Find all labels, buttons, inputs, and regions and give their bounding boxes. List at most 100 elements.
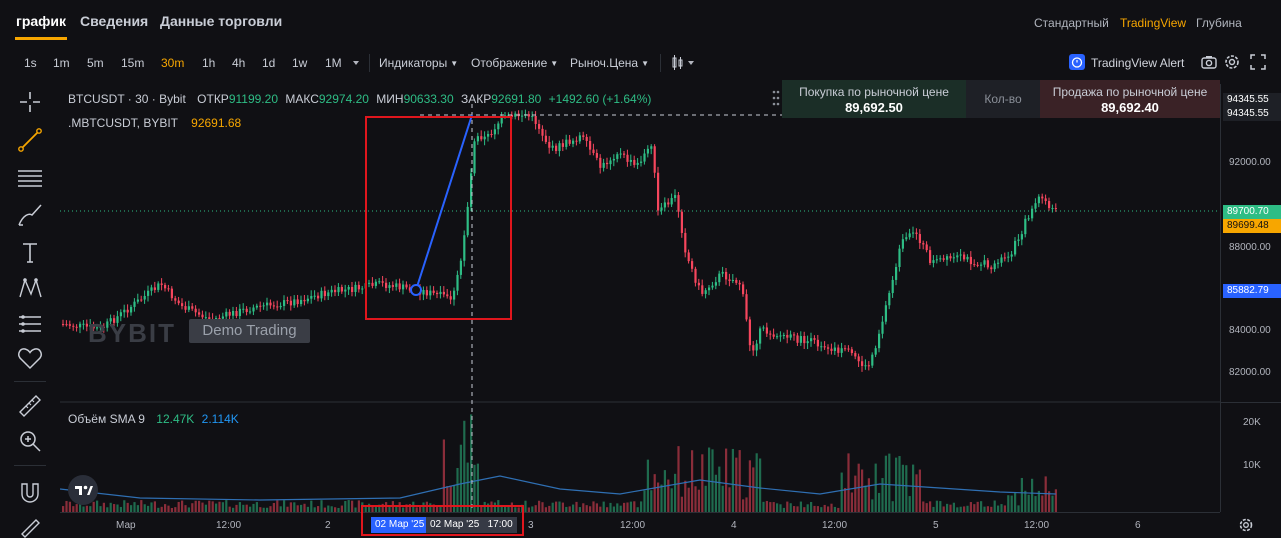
candle-body: [735, 279, 738, 283]
pane-divider: [1221, 402, 1281, 403]
market-buy-button[interactable]: Покупка по рыночной цене 89,692.50: [782, 80, 966, 118]
volume-bar: [731, 448, 734, 512]
crosshair-icon[interactable]: [14, 86, 46, 118]
quantity-input[interactable]: Кол-во: [966, 80, 1040, 118]
volume-bar: [660, 484, 663, 512]
time-label: 12:00: [620, 520, 646, 531]
tab-details[interactable]: Сведения: [80, 13, 148, 29]
time-label: 6: [1135, 520, 1141, 531]
candle-body: [143, 295, 146, 300]
volume-bar: [786, 501, 789, 512]
volume-label[interactable]: Объём SMA 9: [68, 412, 145, 426]
lock-drawing-icon[interactable]: [14, 510, 46, 538]
interval-1d[interactable]: 1d: [262, 56, 275, 70]
volume-bar: [891, 501, 894, 512]
interval-5m[interactable]: 5m: [87, 56, 104, 70]
candle-body: [259, 305, 262, 307]
candle-body: [65, 324, 68, 326]
time-label: 4: [731, 520, 737, 531]
candle-body: [861, 361, 864, 366]
interval-1M[interactable]: 1M: [325, 56, 342, 70]
indicators-button[interactable]: Индикаторы ▼: [379, 56, 458, 70]
tradingview-alert-button[interactable]: TradingView Alert: [1069, 53, 1189, 73]
candle-body: [731, 279, 734, 282]
volume-bar: [289, 502, 292, 512]
interval-30m[interactable]: 30m: [161, 56, 184, 70]
candle-body: [334, 289, 337, 293]
candle-body: [776, 336, 779, 338]
candle-body: [980, 264, 983, 266]
candle-body: [242, 308, 245, 310]
candle-body: [820, 346, 823, 348]
volume-bar: [674, 473, 677, 512]
volume-bar: [1014, 493, 1017, 512]
time-axis[interactable]: Мар 12:00 2 3 12:00 4 12:00 5 12:00 6 02…: [60, 512, 1220, 538]
drag-handle-icon[interactable]: [771, 88, 781, 110]
favorites-heart-icon[interactable]: [14, 342, 46, 374]
candle-body: [803, 336, 806, 344]
candle-body: [667, 202, 670, 205]
candle-body: [119, 312, 122, 317]
price-type-button[interactable]: Рыноч.Цена ▼: [570, 56, 649, 70]
candle-body: [884, 305, 887, 322]
volume-bar: [1034, 496, 1037, 512]
candle-body: [833, 347, 836, 351]
view-depth[interactable]: Глубина: [1196, 16, 1242, 30]
candle-body: [779, 335, 782, 337]
prediction-tool-icon[interactable]: [14, 308, 46, 340]
pattern-tool-icon[interactable]: [14, 272, 46, 304]
camera-icon[interactable]: [1200, 53, 1218, 71]
symbol-label[interactable]: BTCUSDT · 30 · Bybit: [68, 92, 186, 106]
volume-bar: [898, 456, 901, 512]
candle-body: [602, 162, 605, 168]
volume-bar: [1037, 490, 1040, 512]
candle-type-icon[interactable]: [670, 54, 698, 72]
interval-15m[interactable]: 15m: [121, 56, 144, 70]
text-tool-icon[interactable]: [14, 236, 46, 268]
candle-body: [174, 298, 177, 301]
price-tag-high: 94345.55: [1223, 93, 1281, 107]
view-standard[interactable]: Стандартный: [1034, 16, 1109, 30]
candle-body: [327, 292, 330, 297]
volume-bar: [762, 501, 765, 512]
price-chart[interactable]: [60, 84, 1220, 512]
price-axis[interactable]: 94345.55 94345.55 92000.00 89700.70 8969…: [1220, 84, 1281, 512]
settings-gear-icon[interactable]: [1223, 53, 1241, 71]
interval-1w[interactable]: 1w: [292, 56, 307, 70]
interval-1s[interactable]: 1s: [24, 56, 37, 70]
volume-bar: [908, 496, 911, 512]
interval-1m[interactable]: 1m: [53, 56, 70, 70]
candle-body: [157, 283, 160, 290]
candle-body: [684, 232, 687, 253]
candle-body: [864, 365, 867, 367]
trend-line-icon[interactable]: [14, 124, 46, 156]
buy-label: Покупка по рыночной цене: [799, 85, 949, 99]
candle-body: [300, 299, 303, 305]
interval-1h[interactable]: 1h: [202, 56, 215, 70]
candle-body: [850, 349, 853, 354]
market-sell-button[interactable]: Продажа по рыночной цене 89,692.40: [1040, 80, 1220, 118]
zoom-in-icon[interactable]: [14, 425, 46, 457]
volume-bar: [925, 503, 928, 512]
ruler-icon[interactable]: [14, 390, 46, 422]
volume-bar: [238, 502, 241, 512]
tradingview-logo[interactable]: [68, 475, 98, 505]
brush-icon[interactable]: [14, 199, 46, 231]
display-button[interactable]: Отображение ▼: [471, 56, 558, 70]
tab-trading-data[interactable]: Данные торговли: [160, 13, 282, 29]
candle-body: [534, 115, 537, 124]
candle-body: [704, 290, 707, 294]
volume-bar: [150, 502, 153, 512]
fib-lines-icon[interactable]: [14, 162, 46, 194]
interval-dropdown-icon[interactable]: [351, 57, 361, 69]
candle-body: [568, 139, 571, 144]
candle-body: [606, 162, 609, 165]
view-tradingview[interactable]: TradingView: [1120, 16, 1186, 30]
candle-body: [898, 248, 901, 268]
mark-symbol-label[interactable]: .MBTCUSDT, BYBIT: [68, 116, 178, 130]
time-axis-settings-gear-icon[interactable]: [1237, 516, 1255, 534]
magnet-icon[interactable]: [14, 476, 46, 508]
fullscreen-icon[interactable]: [1249, 53, 1267, 71]
interval-4h[interactable]: 4h: [232, 56, 245, 70]
tab-chart[interactable]: график: [16, 13, 66, 29]
